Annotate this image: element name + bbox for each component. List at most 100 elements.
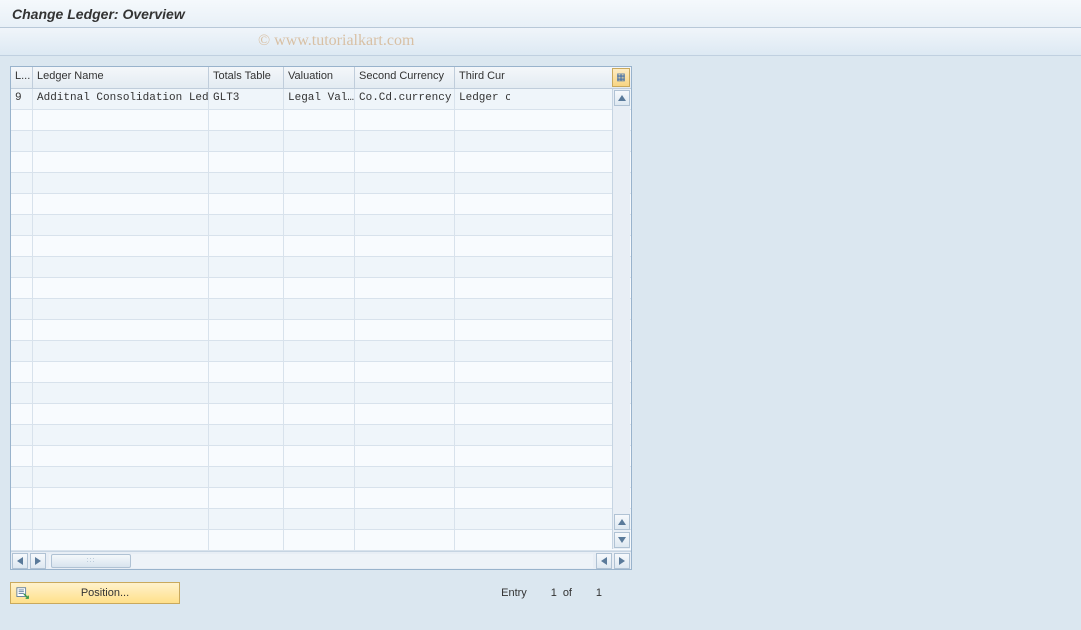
table-cell-empty[interactable] [284, 488, 355, 508]
col-header-ledger-id[interactable]: L... [11, 67, 33, 88]
table-cell-empty[interactable] [11, 467, 33, 487]
table-cell-empty[interactable] [284, 404, 355, 424]
table-cell-empty[interactable] [355, 362, 455, 382]
table-cell-empty[interactable] [209, 446, 284, 466]
table-cell-empty[interactable] [209, 131, 284, 151]
table-cell-empty[interactable] [455, 131, 510, 151]
table-row-empty[interactable] [11, 215, 631, 236]
table-cell[interactable]: Co.Cd.currency [355, 89, 455, 109]
table-cell-empty[interactable] [284, 152, 355, 172]
table-cell-empty[interactable] [355, 215, 455, 235]
table-cell-empty[interactable] [33, 257, 209, 277]
table-row-empty[interactable] [11, 257, 631, 278]
table-cell-empty[interactable] [209, 299, 284, 319]
table-cell-empty[interactable] [209, 341, 284, 361]
table-cell-empty[interactable] [284, 341, 355, 361]
table-cell-empty[interactable] [455, 320, 510, 340]
table-cell-empty[interactable] [355, 173, 455, 193]
col-header-ledger-name[interactable]: Ledger Name [33, 67, 209, 88]
table-cell-empty[interactable] [209, 236, 284, 256]
table-cell-empty[interactable] [355, 509, 455, 529]
table-row-empty[interactable] [11, 446, 631, 467]
table-cell-empty[interactable] [11, 236, 33, 256]
table-row[interactable]: 9Additnal Consolidation LedgerGLT3Legal … [11, 89, 631, 110]
table-cell-empty[interactable] [11, 425, 33, 445]
table-cell-empty[interactable] [33, 278, 209, 298]
hscroll-thumb[interactable]: ::: [51, 554, 131, 568]
table-cell[interactable]: Legal Val… [284, 89, 355, 109]
table-cell-empty[interactable] [284, 236, 355, 256]
table-cell-empty[interactable] [355, 446, 455, 466]
table-cell-empty[interactable] [209, 320, 284, 340]
table-cell-empty[interactable] [355, 320, 455, 340]
table-cell-empty[interactable] [284, 257, 355, 277]
table-cell-empty[interactable] [209, 488, 284, 508]
table-cell-empty[interactable] [209, 278, 284, 298]
table-row-empty[interactable] [11, 152, 631, 173]
table-cell-empty[interactable] [11, 215, 33, 235]
table-cell-empty[interactable] [284, 194, 355, 214]
scroll-left-end-button[interactable] [596, 553, 612, 569]
table-cell-empty[interactable] [11, 131, 33, 151]
table-cell-empty[interactable] [33, 425, 209, 445]
table-row-empty[interactable] [11, 131, 631, 152]
table-config-icon[interactable]: ▦ [612, 68, 630, 87]
table-cell-empty[interactable] [209, 467, 284, 487]
table-row-empty[interactable] [11, 362, 631, 383]
table-cell-empty[interactable] [33, 320, 209, 340]
table-cell-empty[interactable] [284, 530, 355, 550]
table-cell-empty[interactable] [33, 362, 209, 382]
table-cell-empty[interactable] [209, 509, 284, 529]
table-cell-empty[interactable] [284, 467, 355, 487]
table-cell-empty[interactable] [355, 530, 455, 550]
table-row-empty[interactable] [11, 383, 631, 404]
table-row-empty[interactable] [11, 173, 631, 194]
table-cell-empty[interactable] [355, 341, 455, 361]
table-cell-empty[interactable] [455, 257, 510, 277]
table-cell-empty[interactable] [455, 215, 510, 235]
table-cell-empty[interactable] [33, 383, 209, 403]
table-cell-empty[interactable] [33, 446, 209, 466]
horizontal-scrollbar[interactable]: ::: [11, 551, 631, 569]
table-cell-empty[interactable] [284, 299, 355, 319]
table-row-empty[interactable] [11, 110, 631, 131]
table-cell-empty[interactable] [355, 110, 455, 130]
vertical-scrollbar[interactable] [612, 89, 630, 549]
table-cell-empty[interactable] [209, 173, 284, 193]
table-cell-empty[interactable] [284, 383, 355, 403]
table-row-empty[interactable] [11, 320, 631, 341]
table-row-empty[interactable] [11, 278, 631, 299]
table-cell-empty[interactable] [284, 173, 355, 193]
table-cell-empty[interactable] [33, 173, 209, 193]
table-cell-empty[interactable] [11, 152, 33, 172]
table-cell-empty[interactable] [284, 362, 355, 382]
table-cell-empty[interactable] [455, 446, 510, 466]
table-cell-empty[interactable] [11, 404, 33, 424]
table-cell-empty[interactable] [455, 278, 510, 298]
table-cell-empty[interactable] [284, 425, 355, 445]
table-cell-empty[interactable] [11, 488, 33, 508]
table-cell-empty[interactable] [11, 320, 33, 340]
col-header-second-currency[interactable]: Second Currency [355, 67, 455, 88]
table-cell-empty[interactable] [355, 257, 455, 277]
table-cell-empty[interactable] [33, 404, 209, 424]
scroll-right-end-button[interactable] [614, 553, 630, 569]
table-cell-empty[interactable] [33, 341, 209, 361]
table-cell-empty[interactable] [455, 152, 510, 172]
table-cell-empty[interactable] [355, 404, 455, 424]
table-cell-empty[interactable] [355, 488, 455, 508]
table-cell-empty[interactable] [284, 446, 355, 466]
table-cell-empty[interactable] [11, 173, 33, 193]
table-cell-empty[interactable] [11, 299, 33, 319]
table-cell[interactable]: Ledger c [455, 89, 510, 109]
table-cell-empty[interactable] [209, 362, 284, 382]
scroll-up-alt-button[interactable] [614, 514, 630, 530]
hscroll-track[interactable]: ::: [49, 554, 593, 568]
scroll-up-button[interactable] [614, 90, 630, 106]
table-cell-empty[interactable] [11, 446, 33, 466]
table-cell-empty[interactable] [455, 404, 510, 424]
table-cell-empty[interactable] [33, 488, 209, 508]
table-cell-empty[interactable] [284, 509, 355, 529]
table-row-empty[interactable] [11, 530, 631, 551]
table-cell-empty[interactable] [209, 110, 284, 130]
